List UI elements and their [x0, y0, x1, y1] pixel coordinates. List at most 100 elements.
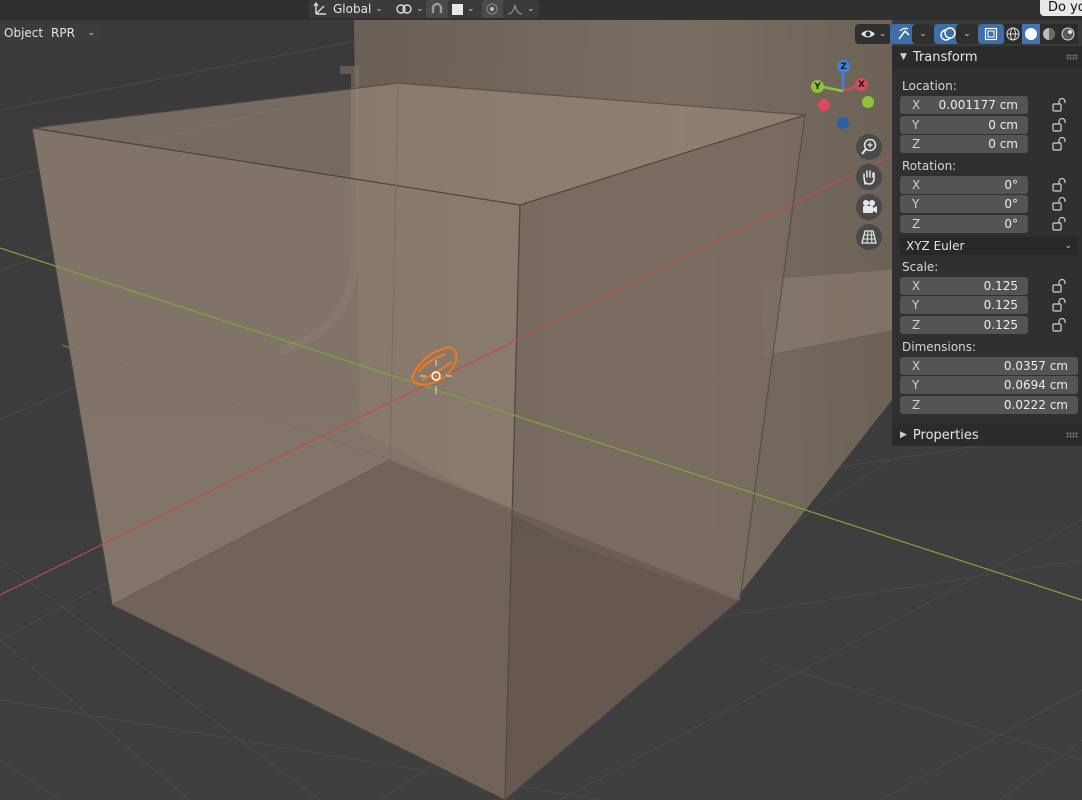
scale-x-value: 0.125: [983, 279, 1018, 293]
camera-view-button[interactable]: [856, 194, 882, 220]
render-engine-dropdown[interactable]: RPR ⌄: [46, 24, 100, 42]
visibility-dropdown[interactable]: ⌄: [855, 24, 891, 44]
scale-x-field[interactable]: X 0.125: [900, 277, 1028, 295]
overlays-icon: [940, 27, 956, 41]
scale-label: Scale:: [902, 260, 939, 274]
chevron-down-icon: ⌄: [963, 29, 971, 39]
pivot-point-dropdown[interactable]: ⌄: [392, 0, 428, 18]
lock-icon[interactable]: [1052, 217, 1066, 231]
gizmo-z-axis[interactable]: Z: [837, 60, 850, 73]
gizmo-x-axis[interactable]: X: [855, 78, 868, 91]
gizmo-icon: [898, 27, 910, 40]
axis-label: Z: [912, 318, 921, 332]
lock-icon[interactable]: [1052, 318, 1066, 332]
xray-icon: [984, 27, 998, 41]
rotation-y-field[interactable]: Y 0°: [900, 195, 1028, 213]
gizmo-dropdown[interactable]: ⌄: [912, 24, 934, 44]
scale-z-field[interactable]: Z 0.125: [900, 316, 1028, 334]
header-strip: [0, 0, 1082, 20]
chevron-down-icon: ⌄: [87, 28, 95, 38]
lock-icon[interactable]: [1052, 118, 1066, 132]
properties-panel-header[interactable]: ▶ Properties: [892, 424, 1082, 446]
axis-label: Y: [912, 197, 920, 211]
eye-icon: [860, 30, 875, 38]
rotation-mode-dropdown[interactable]: XYZ Euler ⌄: [900, 237, 1078, 255]
wireframe-shading-button[interactable]: [1004, 24, 1022, 44]
axis-label: X: [912, 178, 921, 192]
dimensions-z-field[interactable]: Z 0.0222 cm: [900, 396, 1078, 414]
magnet-icon: [431, 2, 443, 13]
lock-icon[interactable]: [1052, 178, 1066, 192]
triangle-down-icon: ▼: [900, 52, 907, 62]
rendered-sphere-icon: [1061, 27, 1075, 41]
material-sphere-icon: [1043, 28, 1055, 40]
transform-orientation-dropdown[interactable]: Global ⌄: [309, 0, 393, 18]
ortho-perspective-button[interactable]: [856, 224, 882, 250]
lock-icon[interactable]: [1052, 279, 1066, 293]
triangle-right-icon: ▶: [900, 430, 907, 440]
location-label: Location:: [902, 79, 957, 93]
lock-icon[interactable]: [1052, 298, 1066, 312]
dimensions-x-field[interactable]: X 0.0357 cm: [900, 357, 1078, 375]
location-y-field[interactable]: Y 0 cm: [900, 116, 1028, 134]
camera-icon: [863, 200, 877, 213]
grid-perspective-icon: [861, 230, 877, 244]
dimensions-z-value: 0.0222 cm: [1003, 398, 1068, 412]
axis-label: Y: [912, 118, 920, 132]
xray-toggle[interactable]: [978, 24, 1004, 44]
chevron-down-icon: ⌄: [878, 29, 887, 39]
lock-icon[interactable]: [1052, 137, 1066, 151]
rendered-shading-button[interactable]: [1058, 24, 1078, 44]
location-z-field[interactable]: Z 0 cm: [900, 135, 1028, 153]
solid-shading-button[interactable]: [1022, 24, 1040, 44]
chevron-down-icon: ⌄: [375, 4, 383, 14]
axis-label: X: [912, 359, 921, 373]
drag-grip-icon[interactable]: [1066, 432, 1078, 438]
transform-title: Transform: [912, 49, 978, 65]
gizmo-neg-y-axis[interactable]: [862, 96, 874, 108]
gizmo-y-axis[interactable]: Y: [811, 80, 824, 93]
axis-label: Z: [912, 398, 921, 412]
tooltip: Do you: [1040, 0, 1082, 16]
zoom-icon: [861, 138, 877, 155]
zoom-button[interactable]: [856, 134, 882, 160]
dimensions-y-field[interactable]: Y 0.0694 cm: [900, 376, 1078, 394]
location-y-value: 0 cm: [988, 118, 1018, 132]
gizmo-neg-x-axis[interactable]: [818, 99, 830, 111]
overlays-dropdown[interactable]: ⌄: [956, 24, 978, 44]
orientation-label: Global: [333, 2, 372, 16]
dimensions-label: Dimensions:: [902, 340, 977, 354]
gizmo-neg-z-axis[interactable]: [837, 117, 849, 129]
rotation-z-field[interactable]: Z 0°: [900, 215, 1028, 233]
square-icon: [452, 3, 463, 15]
link-icon: [396, 4, 412, 14]
wireframe-sphere-icon: [1006, 27, 1020, 41]
lock-icon[interactable]: [1052, 98, 1066, 112]
engine-label: RPR: [51, 26, 75, 40]
rotation-mode-value: XYZ Euler: [906, 239, 965, 253]
chevron-down-icon: ⌄: [527, 4, 535, 14]
hand-icon: [863, 170, 875, 185]
mode-dropdown[interactable]: Object: [0, 24, 47, 42]
snap-target-dropdown[interactable]: ⌄: [448, 0, 484, 18]
transform-panel-header[interactable]: ▼ Transform: [892, 46, 1082, 68]
location-x-field[interactable]: X 0.001177 cm: [900, 96, 1028, 114]
mode-label: Object: [4, 26, 44, 40]
location-z-value: 0 cm: [988, 137, 1018, 151]
scale-y-value: 0.125: [983, 298, 1018, 312]
lock-icon[interactable]: [1052, 197, 1066, 211]
proportional-edit-icon: [486, 3, 498, 15]
rotation-label: Rotation:: [902, 159, 957, 173]
rotation-x-value: 0°: [1004, 178, 1018, 192]
axis-label: Z: [912, 137, 921, 151]
falloff-dropdown[interactable]: ⌄: [503, 0, 539, 18]
scale-y-field[interactable]: Y 0.125: [900, 296, 1028, 314]
pan-button[interactable]: [856, 164, 882, 190]
material-shading-button[interactable]: [1040, 24, 1058, 44]
scale-z-value: 0.125: [983, 318, 1018, 332]
gizmo-x-label: X: [858, 79, 865, 90]
drag-grip-icon[interactable]: [1066, 54, 1078, 60]
rotation-x-field[interactable]: X 0°: [900, 176, 1028, 194]
rotation-z-value: 0°: [1004, 217, 1018, 231]
axis-label: Y: [912, 378, 920, 392]
